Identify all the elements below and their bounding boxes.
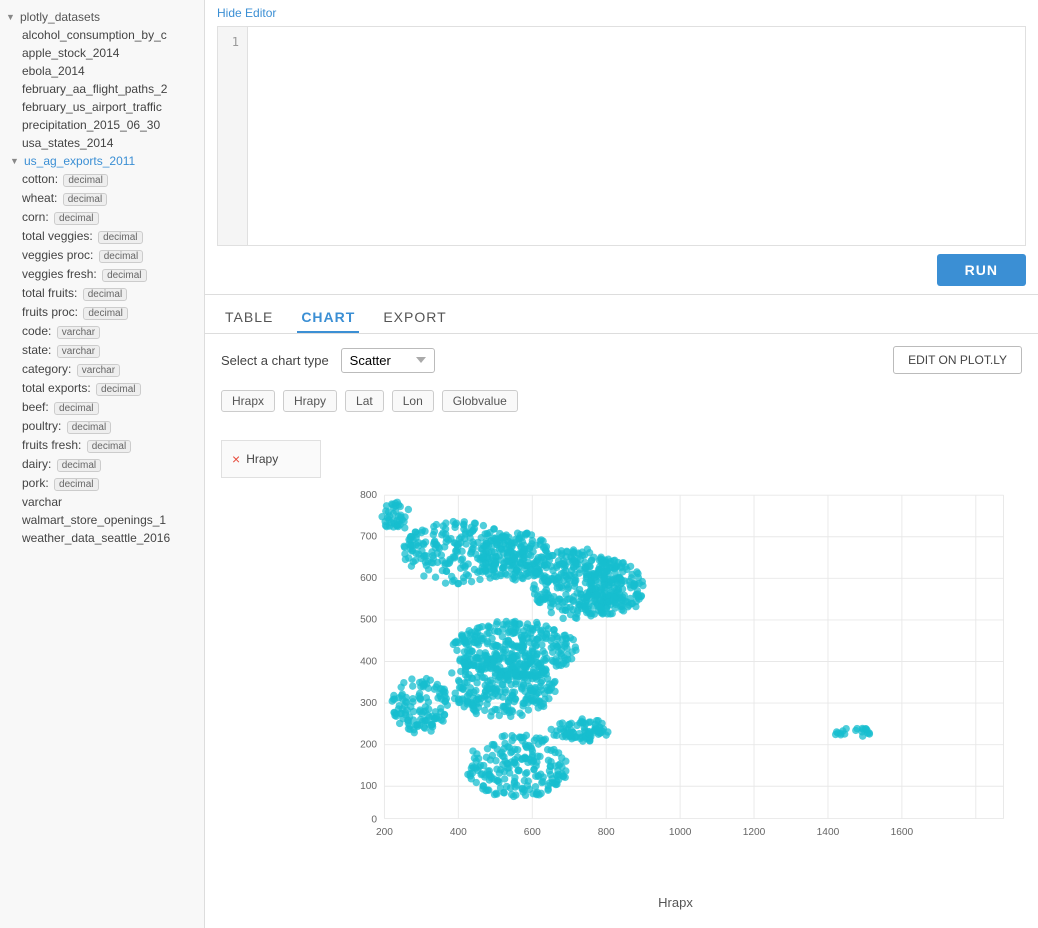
sidebar-child-state: state: varchar (0, 341, 204, 360)
sidebar-child-total_veggies: total veggies: decimal (0, 227, 204, 246)
sidebar-item-ebola[interactable]: ebola_2014 (0, 62, 204, 80)
svg-text:1200: 1200 (743, 827, 766, 838)
sidebar: ▼ plotly_datasets alcohol_consumption_by… (0, 0, 205, 928)
scatter-plot: 0 100 200 300 400 500 600 700 800 200 40… (329, 430, 1022, 893)
sidebar-item-walmart[interactable]: walmart_store_openings_1 (0, 511, 204, 529)
sidebar-child-dairy: dairy: decimal (0, 455, 204, 474)
field-tag-hrapx[interactable]: Hrapx (221, 390, 275, 412)
sidebar-link-weather[interactable]: weather_data_seattle_2016 (22, 531, 170, 545)
sidebar-link-us-ag[interactable]: us_ag_exports_2011 (24, 154, 135, 168)
editor-area: Hide Editor 1 RUN (205, 0, 1038, 295)
code-input[interactable] (248, 27, 1025, 245)
tabs-bar: TABLE CHART EXPORT (205, 295, 1038, 334)
edit-on-plotly-button[interactable]: EDIT ON PLOT.LY (893, 346, 1022, 374)
line-number-1: 1 (226, 35, 239, 49)
field-tags: Hrapx Hrapy Lat Lon Globvalue (205, 386, 1038, 422)
sidebar-item-apple[interactable]: apple_stock_2014 (0, 44, 204, 62)
sidebar-link-feb-aa[interactable]: february_aa_flight_paths_2 (22, 82, 167, 96)
legend-item-hrapy: × Hrapy (232, 451, 310, 467)
svg-text:800: 800 (360, 490, 377, 501)
svg-text:200: 200 (360, 739, 377, 750)
svg-text:1600: 1600 (891, 827, 914, 838)
sidebar-child-pork: pork: decimal (0, 474, 204, 493)
sidebar-link-alcohol[interactable]: alcohol_consumption_by_c (22, 28, 167, 42)
scatter-container: 0 100 200 300 400 500 600 700 800 200 40… (329, 430, 1022, 912)
sidebar-item-feb-us[interactable]: february_us_airport_traffic (0, 98, 204, 116)
chart-type-label: Select a chart type (221, 353, 329, 368)
sidebar-root-label: plotly_datasets (20, 10, 100, 24)
svg-text:500: 500 (360, 615, 377, 626)
field-tag-lat[interactable]: Lat (345, 390, 384, 412)
hide-editor-bar: Hide Editor (205, 0, 1038, 26)
sidebar-item-weather[interactable]: weather_data_seattle_2016 (0, 529, 204, 547)
sidebar-item-precip[interactable]: precipitation_2015_06_30 (0, 116, 204, 134)
sidebar-child-fruits_fresh: fruits fresh: decimal (0, 436, 204, 455)
svg-text:100: 100 (360, 781, 377, 792)
svg-text:800: 800 (598, 827, 615, 838)
svg-text:0: 0 (371, 814, 377, 825)
svg-text:400: 400 (360, 656, 377, 667)
sidebar-child-veggies_fresh: veggies fresh: decimal (0, 265, 204, 284)
sidebar-item-feb-aa[interactable]: february_aa_flight_paths_2 (0, 80, 204, 98)
sidebar-child-veggies_proc: veggies proc: decimal (0, 246, 204, 265)
sidebar-link-ebola[interactable]: ebola_2014 (22, 64, 85, 78)
field-tag-hrapy[interactable]: Hrapy (283, 390, 337, 412)
sidebar-child-beef: beef: decimal (0, 398, 204, 417)
chart-legend: × Hrapy (221, 440, 321, 478)
run-button[interactable]: RUN (937, 254, 1026, 286)
tab-export[interactable]: EXPORT (379, 303, 450, 333)
arrow-icon: ▼ (6, 12, 16, 22)
sidebar-link-apple[interactable]: apple_stock_2014 (22, 46, 119, 60)
sidebar-link-feb-us[interactable]: february_us_airport_traffic (22, 100, 162, 114)
sidebar-link-precip[interactable]: precipitation_2015_06_30 (22, 118, 160, 132)
sidebar-child-total_exports: total exports: decimal (0, 379, 204, 398)
sidebar-link-varchar[interactable]: varchar (22, 495, 62, 509)
sidebar-link-usa-states[interactable]: usa_states_2014 (22, 136, 113, 150)
sidebar-child-category: category: varchar (0, 360, 204, 379)
scatter-dots (378, 499, 873, 801)
expand-arrow-icon: ▼ (10, 156, 20, 166)
sidebar-item-alcohol[interactable]: alcohol_consumption_by_c (0, 26, 204, 44)
sidebar-item-usa-states[interactable]: usa_states_2014 (0, 134, 204, 152)
sidebar-child-wheat: wheat: decimal (0, 189, 204, 208)
sidebar-child-cotton: cotton: decimal (0, 170, 204, 189)
hide-editor-link[interactable]: Hide Editor (217, 6, 276, 20)
svg-text:300: 300 (360, 698, 377, 709)
svg-text:1400: 1400 (817, 827, 840, 838)
chart-controls: Select a chart type Scatter Line Bar His… (205, 334, 1038, 386)
svg-text:700: 700 (360, 532, 377, 543)
chart-area: × Hrapy (205, 422, 1038, 928)
line-numbers: 1 (218, 27, 248, 245)
x-axis-labels: 200 400 600 800 1000 1200 1400 1600 (376, 827, 914, 838)
legend-symbol: × (232, 451, 240, 467)
svg-text:200: 200 (376, 827, 393, 838)
chart-type-select[interactable]: Scatter Line Bar Histogram Box (341, 348, 435, 373)
y-axis-labels: 0 100 200 300 400 500 600 700 800 (360, 490, 377, 825)
tab-table[interactable]: TABLE (221, 303, 277, 333)
x-axis-label: Hrapx (329, 893, 1022, 912)
tab-chart[interactable]: CHART (297, 303, 359, 333)
sidebar-child-total_fruits: total fruits: decimal (0, 284, 204, 303)
sidebar-child-fruits_proc: fruits proc: decimal (0, 303, 204, 322)
sidebar-child-corn: corn: decimal (0, 208, 204, 227)
run-button-row: RUN (205, 246, 1038, 294)
legend-label: Hrapy (246, 452, 278, 466)
sidebar-child-poultry: poultry: decimal (0, 417, 204, 436)
sidebar-link-walmart[interactable]: walmart_store_openings_1 (22, 513, 166, 527)
svg-text:1000: 1000 (669, 827, 692, 838)
svg-text:600: 600 (360, 573, 377, 584)
field-tag-lon[interactable]: Lon (392, 390, 434, 412)
sidebar-root-plotly-datasets[interactable]: ▼ plotly_datasets (0, 8, 204, 26)
code-editor: 1 (217, 26, 1026, 246)
main-content: Hide Editor 1 RUN TABLE CHART EXPORT Sel… (205, 0, 1038, 928)
svg-text:600: 600 (524, 827, 541, 838)
sidebar-item-us-ag[interactable]: ▼ us_ag_exports_2011 (0, 152, 204, 170)
sidebar-child-code: code: varchar (0, 322, 204, 341)
sidebar-item-varchar[interactable]: varchar (0, 493, 204, 511)
field-tag-globvalue[interactable]: Globvalue (442, 390, 518, 412)
svg-text:400: 400 (450, 827, 467, 838)
us-ag-children: cotton: decimalwheat: decimalcorn: decim… (0, 170, 204, 493)
